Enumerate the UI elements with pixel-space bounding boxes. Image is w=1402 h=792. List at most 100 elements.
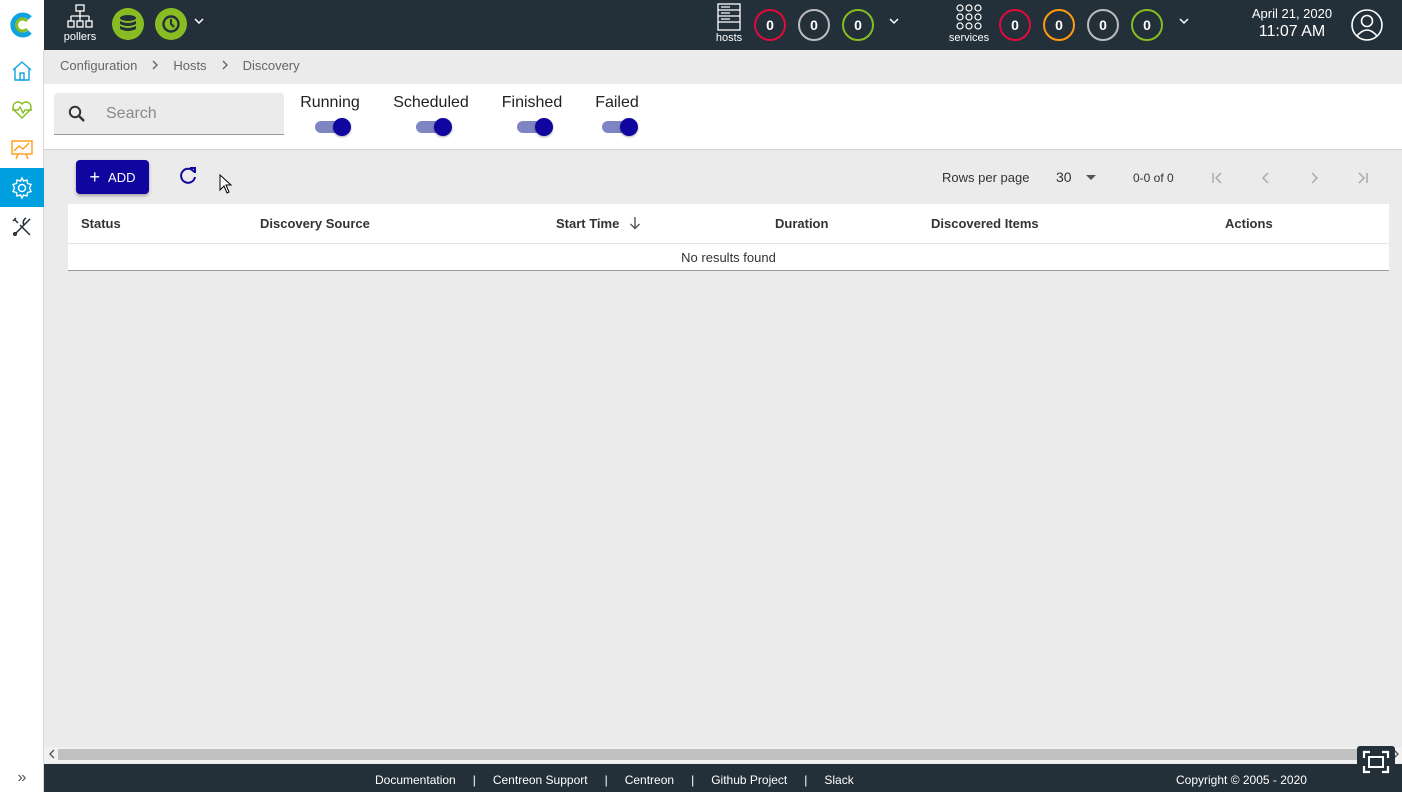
filter-running: Running	[300, 94, 360, 136]
hosts-chevron-down-icon[interactable]	[888, 14, 900, 30]
reporting-icon	[11, 139, 33, 159]
sidebar: »	[0, 50, 44, 792]
filter-failed-toggle[interactable]	[602, 118, 638, 136]
filter-scheduled: Scheduled	[391, 94, 471, 136]
previous-page-button[interactable]	[1256, 168, 1276, 188]
pollers-icon	[67, 4, 93, 28]
filter-running-toggle[interactable]	[315, 118, 351, 136]
last-page-button[interactable]	[1352, 168, 1372, 188]
fullscreen-button[interactable]	[1357, 746, 1395, 778]
database-icon	[120, 15, 136, 31]
rows-per-page-select[interactable]: 30	[1056, 169, 1096, 185]
clock-check-icon	[162, 15, 180, 33]
sidebar-item-reporting[interactable]	[0, 129, 44, 168]
chevron-right-icon	[1311, 172, 1319, 184]
plus-icon: +	[89, 167, 101, 187]
scroll-left-icon[interactable]	[48, 748, 56, 762]
sidebar-item-administration[interactable]	[0, 207, 44, 246]
footer-link-centreon[interactable]: Centreon	[625, 773, 674, 787]
services-label: services	[948, 32, 990, 44]
empty-message: No results found	[681, 249, 776, 265]
filter-running-label: Running	[300, 94, 360, 111]
horizontal-scrollbar[interactable]	[44, 747, 1402, 763]
column-discovered-items[interactable]: Discovered Items	[931, 216, 1039, 231]
footer-link-slack[interactable]: Slack	[824, 773, 853, 787]
rows-per-page-label: Rows per page	[942, 170, 1030, 185]
hosts-label: hosts	[715, 32, 743, 44]
sidebar-item-configuration[interactable]	[0, 168, 44, 207]
centreon-logo[interactable]	[0, 0, 44, 50]
footer-separator: |	[691, 773, 695, 787]
services-ok-counter[interactable]: 0	[1131, 9, 1163, 41]
search-icon	[68, 105, 85, 122]
sidebar-item-home[interactable]	[0, 51, 44, 90]
first-page-button[interactable]	[1208, 168, 1228, 188]
breadcrumb: Configuration Hosts Discovery	[60, 56, 300, 74]
footer-separator: |	[604, 773, 608, 787]
filter-finished-toggle[interactable]	[517, 118, 553, 136]
footer-link-documentation[interactable]: Documentation	[375, 773, 456, 787]
add-button[interactable]: + ADD	[76, 160, 149, 194]
filter-finished-label: Finished	[501, 94, 563, 111]
database-status-button[interactable]	[112, 8, 144, 40]
services-grid-icon	[956, 4, 982, 30]
chevron-left-icon	[1261, 172, 1269, 184]
breadcrumb-hosts[interactable]: Hosts	[173, 58, 206, 73]
filter-bar: Running Scheduled Finished Failed	[44, 84, 1402, 150]
search-input[interactable]	[106, 104, 266, 123]
column-status[interactable]: Status	[81, 216, 121, 231]
copyright: Copyright © 2005 - 2020	[1176, 773, 1307, 787]
pollers-label: pollers	[63, 31, 97, 43]
hosts-down-counter[interactable]: 0	[754, 9, 786, 41]
user-menu-button[interactable]	[1350, 8, 1384, 47]
footer: Documentation | Centreon Support | Centr…	[44, 746, 1402, 792]
monitoring-icon	[12, 100, 32, 119]
add-button-label: ADD	[108, 169, 136, 185]
footer-separator: |	[472, 773, 476, 787]
chevron-down-icon[interactable]	[193, 14, 205, 30]
footer-link-github-project[interactable]: Github Project	[711, 773, 787, 787]
administration-icon	[12, 216, 31, 236]
services-chevron-down-icon[interactable]	[1178, 14, 1190, 30]
latency-status-button[interactable]	[155, 8, 187, 40]
user-icon	[1351, 9, 1383, 41]
services-critical-counter[interactable]: 0	[999, 9, 1031, 41]
sidebar-item-monitoring[interactable]	[0, 90, 44, 129]
breadcrumb-chevron-icon	[151, 58, 159, 73]
search-box[interactable]	[54, 93, 284, 135]
services-unknown-counter[interactable]: 0	[1087, 9, 1119, 41]
fullscreen-icon	[1362, 750, 1390, 774]
next-page-button[interactable]	[1304, 168, 1324, 188]
configuration-icon	[12, 175, 32, 200]
sort-descending-icon	[629, 217, 640, 230]
breadcrumb-configuration[interactable]: Configuration	[60, 58, 137, 73]
column-actions: Actions	[1225, 216, 1273, 231]
column-discovery-source[interactable]: Discovery Source	[260, 216, 370, 231]
refresh-button[interactable]	[176, 164, 200, 188]
last-page-icon	[1358, 172, 1368, 184]
sidebar-expand-icon[interactable]: »	[0, 764, 44, 792]
server-icon	[717, 3, 741, 31]
clock: April 21, 2020 11:07 AM	[1240, 6, 1344, 41]
hosts-up-counter[interactable]: 0	[842, 9, 874, 41]
pollers-button[interactable]: pollers	[60, 3, 100, 47]
home-icon	[12, 60, 32, 81]
filter-failed: Failed	[592, 94, 642, 136]
services-warning-counter[interactable]: 0	[1043, 9, 1075, 41]
breadcrumb-discovery[interactable]: Discovery	[243, 58, 300, 73]
services-button[interactable]	[954, 3, 984, 31]
caret-down-icon	[1085, 174, 1096, 180]
hosts-button[interactable]	[714, 3, 744, 31]
footer-link-centreon-support[interactable]: Centreon Support	[493, 773, 588, 787]
column-start-time[interactable]: Start Time	[556, 216, 641, 231]
current-time: 11:07 AM	[1258, 23, 1326, 40]
footer-separator: |	[804, 773, 808, 787]
first-page-icon	[1212, 172, 1222, 184]
filter-scheduled-label: Scheduled	[393, 94, 469, 111]
hosts-unreachable-counter[interactable]: 0	[798, 9, 830, 41]
scrollbar-thumb[interactable]	[58, 749, 1388, 760]
column-duration[interactable]: Duration	[775, 216, 828, 231]
column-start-time-label: Start Time	[556, 216, 620, 231]
filter-scheduled-toggle[interactable]	[416, 118, 452, 136]
table-header: Status Discovery Source Start Time Durat…	[68, 204, 1389, 244]
